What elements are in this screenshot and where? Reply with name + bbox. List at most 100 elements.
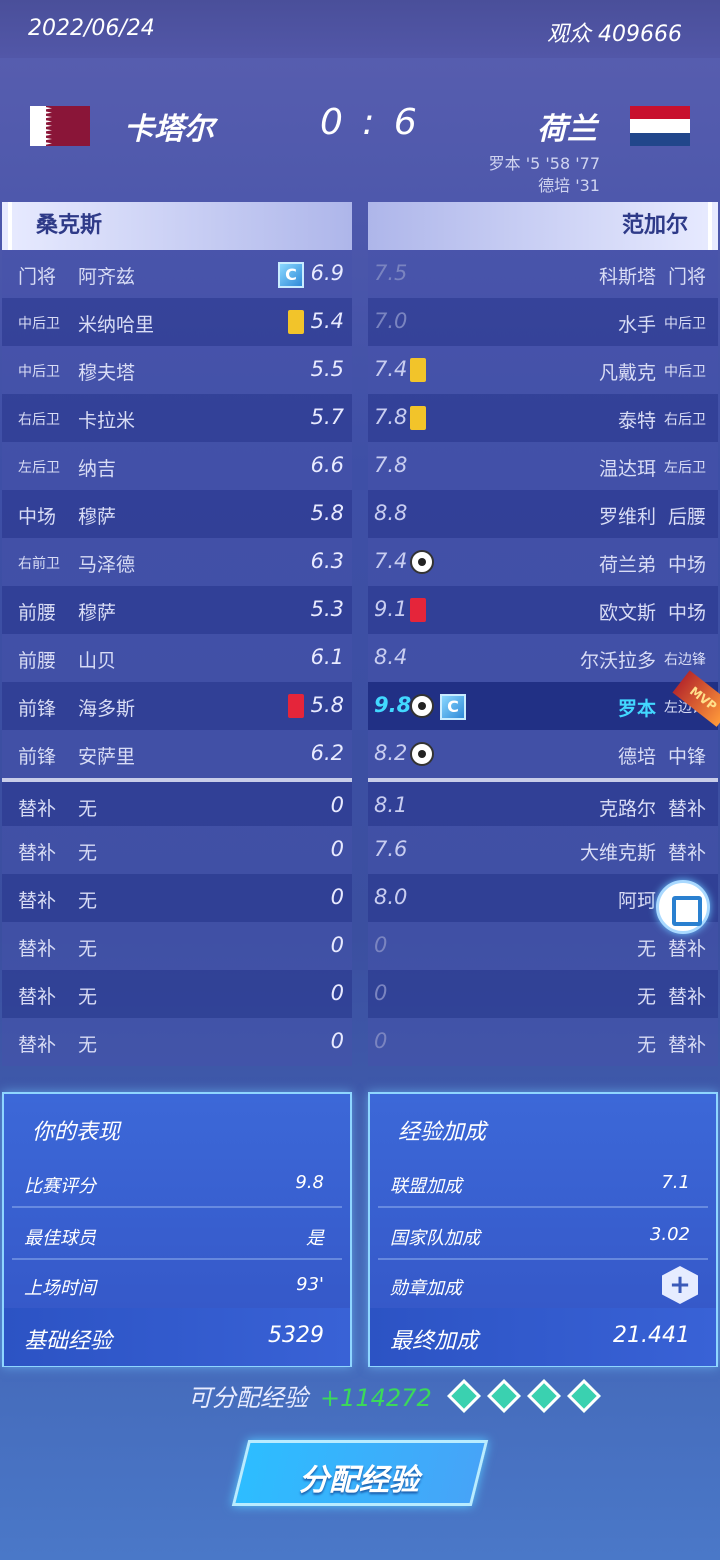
yellow-card-icon xyxy=(410,406,426,430)
player-row[interactable]: 替补 克路尔 8.1 xyxy=(368,778,718,826)
player-row[interactable]: 左后卫 温达珥 7.8 xyxy=(368,442,718,490)
player-row[interactable]: 中后卫 米纳哈里 5.4 xyxy=(2,298,352,346)
player-position: 替补 xyxy=(18,842,57,864)
player-row[interactable]: 中场 欧文斯 9.1 xyxy=(368,586,718,634)
player-row[interactable]: 前锋 海多斯 5.8 xyxy=(2,682,352,730)
player-position: 后腰 xyxy=(667,506,706,528)
player-position: 替补 xyxy=(667,842,706,864)
player-position: 中场 xyxy=(18,506,57,528)
player-rating: 5.8 xyxy=(310,501,344,525)
row-label: 上场时间 xyxy=(24,1278,96,1299)
row-value: 93' xyxy=(296,1274,324,1295)
player-name: 无 xyxy=(636,938,656,960)
player-row[interactable]: 中锋 德培 8.2 xyxy=(368,730,718,778)
player-name: 无 xyxy=(78,938,98,960)
player-position: 中锋 xyxy=(667,746,706,768)
player-row[interactable]: 替补无 0 xyxy=(368,922,718,970)
player-row[interactable]: 中场 穆萨 5.8 xyxy=(2,490,352,538)
player-position: 左后卫 xyxy=(664,460,706,476)
player-row[interactable]: 替补无 0 xyxy=(2,1018,352,1066)
ball-icon xyxy=(410,550,434,574)
player-name: 尔沃拉多 xyxy=(579,650,656,672)
player-position: 替补 xyxy=(667,938,706,960)
player-row[interactable]: 中场 荷兰弟 7.4 xyxy=(368,538,718,586)
player-name: 山贝 xyxy=(78,650,117,672)
away-team-name: 荷兰 xyxy=(537,112,597,147)
allocate-exp-button[interactable]: 分配经验 xyxy=(231,1440,489,1506)
player-rating: 5.4 xyxy=(310,309,344,333)
player-name: 德培 xyxy=(617,746,656,768)
player-row[interactable]: 替补 大维克斯 7.6 xyxy=(368,826,718,874)
bonus-title: 经验加成 xyxy=(398,1120,487,1145)
home-coach: 桑克斯 xyxy=(2,202,352,250)
player-position: 左后卫 xyxy=(18,460,60,476)
player-position: 中场 xyxy=(667,602,706,624)
player-row[interactable]: 替补无 0 xyxy=(2,970,352,1018)
row-value: 是 xyxy=(306,1228,324,1249)
player-position: 中后卫 xyxy=(18,316,60,332)
player-name: 无 xyxy=(78,1034,98,1056)
player-row[interactable]: 中后卫 水手 7.0 xyxy=(368,298,718,346)
player-row[interactable]: 前腰 穆萨 5.3 xyxy=(2,586,352,634)
player-row[interactable]: 中后卫 穆夫塔 5.5 xyxy=(2,346,352,394)
player-rating: 8.0 xyxy=(374,885,408,909)
player-row[interactable]: 前锋 安萨里 6.2 xyxy=(2,730,352,778)
floating-tool-button[interactable] xyxy=(656,880,710,934)
red-card-icon xyxy=(410,598,426,622)
row-value: 3.02 xyxy=(649,1224,690,1245)
player-row[interactable]: 替补无 0 xyxy=(368,970,718,1018)
player-position: 替补 xyxy=(18,986,57,1008)
player-row[interactable]: 左后卫 纳吉 6.6 xyxy=(2,442,352,490)
player-row[interactable]: 左边锋 罗本 9.8 C MVP xyxy=(368,670,720,730)
player-row[interactable]: 替补无 0 xyxy=(368,1018,718,1066)
player-position: 中后卫 xyxy=(664,364,706,380)
player-name: 大维克斯 xyxy=(579,842,656,864)
allocate-exp-label: 分配经验 xyxy=(299,1463,420,1498)
player-row[interactable]: 替补无 0 xyxy=(2,874,352,922)
player-position: 中后卫 xyxy=(18,364,60,380)
match-score: 0 : 6 xyxy=(320,102,421,143)
gem-icon xyxy=(447,1379,481,1413)
player-rating: 8.4 xyxy=(374,645,408,669)
player-row[interactable]: 中后卫 凡戴克 7.4 xyxy=(368,346,718,394)
player-name: 阿齐兹 xyxy=(78,266,136,288)
performance-row: 比赛评分 9.8 xyxy=(12,1160,342,1208)
player-row[interactable]: 门将 阿齐兹 6.9 C xyxy=(2,250,352,298)
player-row[interactable]: 替补无 0 xyxy=(2,778,352,826)
performance-row: 最佳球员 是 xyxy=(12,1212,342,1260)
player-name: 克路尔 xyxy=(598,798,656,820)
player-row[interactable]: 后腰 罗维利 8.8 xyxy=(368,490,718,538)
row-value: 7.1 xyxy=(661,1172,690,1193)
player-position: 门将 xyxy=(18,266,57,288)
allocatable-exp-label: 可分配经验 xyxy=(188,1384,308,1412)
player-row[interactable]: 右前卫 马泽德 6.3 xyxy=(2,538,352,586)
player-row[interactable]: 替补无 0 xyxy=(2,922,352,970)
player-row[interactable]: 右后卫 泰特 7.8 xyxy=(368,394,718,442)
player-name: 穆萨 xyxy=(78,602,117,624)
player-name: 罗本 xyxy=(617,698,656,720)
player-row[interactable]: 替补无 0 xyxy=(2,826,352,874)
base-exp-value: 5329 xyxy=(268,1323,324,1348)
player-position: 替补 xyxy=(18,938,57,960)
player-row[interactable]: 右边锋 尔沃拉多 8.4 xyxy=(368,634,718,682)
player-name: 安萨里 xyxy=(78,746,136,768)
player-rating: 5.7 xyxy=(310,405,344,429)
player-rating: 8.8 xyxy=(374,501,408,525)
player-row[interactable]: 前腰 山贝 6.1 xyxy=(2,634,352,682)
player-position: 中后卫 xyxy=(664,316,706,332)
player-name: 无 xyxy=(78,890,98,912)
bonus-row: 联盟加成 7.1 xyxy=(378,1160,708,1208)
player-name: 无 xyxy=(78,842,98,864)
player-name: 荷兰弟 xyxy=(598,554,656,576)
player-position: 中场 xyxy=(667,554,706,576)
medal-bonus-plus-button[interactable]: + xyxy=(662,1266,698,1304)
performance-row: 上场时间 93' xyxy=(12,1262,342,1310)
player-name: 罗维利 xyxy=(598,506,656,528)
player-rating: 6.2 xyxy=(310,741,344,765)
gem-icon xyxy=(487,1379,521,1413)
player-row[interactable]: 门将 科斯塔 7.5 xyxy=(368,250,718,298)
gem-icon xyxy=(567,1379,601,1413)
player-row[interactable]: 右后卫 卡拉米 5.7 xyxy=(2,394,352,442)
bonus-panel: 经验加成 联盟加成 7.1 国家队加成 3.02 勋章加成 + 最终加成 21.441 xyxy=(368,1092,718,1367)
player-position: 右后卫 xyxy=(18,412,60,428)
